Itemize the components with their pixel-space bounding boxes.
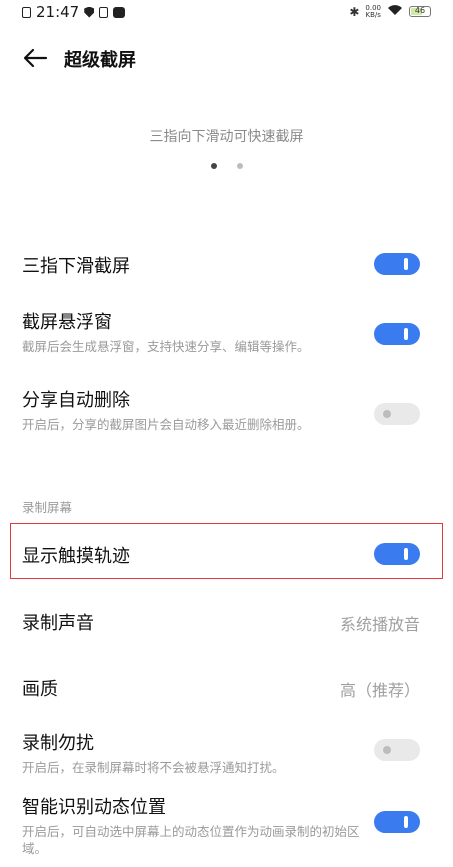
setting-float-window[interactable]: 截屏悬浮窗 截屏后会生成悬浮窗，支持快速分享、编辑等操作。 — [22, 308, 432, 355]
float-window-toggle[interactable] — [374, 323, 420, 345]
toggle-knob — [383, 410, 391, 418]
setting-label: 截屏悬浮窗 — [22, 312, 112, 333]
setting-record-audio[interactable]: 录制声音 系统播放音 — [22, 609, 432, 635]
carousel-dot-active[interactable] — [210, 163, 217, 169]
smart-region-toggle[interactable] — [374, 811, 420, 833]
toggle-knob — [404, 328, 408, 340]
back-arrow-icon[interactable] — [22, 46, 48, 70]
setting-label: 录制勿扰 — [22, 733, 94, 754]
setting-show-touch[interactable]: 显示触摸轨迹 — [22, 542, 432, 568]
setting-record-dnd[interactable]: 录制勿扰 开启后，在录制屏幕时将不会被悬浮通知打扰。 — [22, 729, 432, 776]
bluetooth-icon: ✱ — [349, 4, 360, 19]
battery-level: 46 — [414, 6, 426, 15]
setting-quality[interactable]: 画质 高（推荐） — [22, 675, 432, 701]
net-speed-unit: KB/s — [365, 10, 381, 19]
section-title-recording: 录制屏幕 — [22, 500, 73, 515]
page-title: 超级截屏 — [64, 50, 136, 71]
status-right: ✱ 0.00 KB/s 46 — [349, 4, 431, 19]
setting-desc: 开启后，在录制屏幕时将不会被悬浮通知打扰。 — [22, 760, 285, 775]
setting-desc: 开启后，分享的截屏图片会自动移入最近删除相册。 — [22, 417, 310, 432]
setting-desc: 截屏后会生成悬浮窗，支持快速分享、编辑等操作。 — [22, 339, 310, 354]
setting-auto-delete[interactable]: 分享自动删除 开启后，分享的截屏图片会自动移入最近删除相册。 — [22, 386, 432, 433]
app-header: 超级截屏 — [0, 36, 453, 80]
shield-icon — [84, 6, 95, 18]
status-time: 21:47 — [36, 3, 80, 21]
setting-three-finger[interactable]: 三指下滑截屏 — [22, 252, 432, 278]
carousel-indicator[interactable] — [0, 163, 453, 169]
setting-value: 高（推荐） — [339, 681, 420, 700]
auto-delete-toggle[interactable] — [374, 403, 420, 425]
toggle-knob — [404, 258, 408, 270]
setting-label: 智能识别动态位置 — [22, 797, 166, 818]
message-icon — [113, 6, 126, 18]
setting-value: 系统播放音 — [339, 615, 420, 634]
gesture-hint: 三指向下滑动可快速截屏 — [149, 129, 304, 145]
carousel-dot[interactable] — [236, 163, 243, 169]
setting-desc: 开启后，可自动选中屏幕上的动态位置作为动画录制的初始区域。 — [22, 824, 360, 856]
setting-smart-region[interactable]: 智能识别动态位置 开启后，可自动选中屏幕上的动态位置作为动画录制的初始区域。 — [22, 793, 432, 857]
show-touch-toggle[interactable] — [374, 543, 420, 565]
wifi-icon — [387, 4, 403, 19]
notification-icon — [22, 6, 31, 18]
battery-icon: 46 — [409, 6, 431, 17]
toggle-knob — [404, 816, 408, 828]
setting-label: 显示触摸轨迹 — [22, 546, 130, 567]
net-speed: 0.00 KB/s — [365, 4, 381, 19]
status-left: 21:47 — [22, 3, 126, 21]
toggle-knob — [383, 746, 391, 754]
status-bar: 21:47 ✱ 0.00 KB/s 46 — [0, 0, 453, 24]
record-dnd-toggle[interactable] — [374, 739, 420, 761]
setting-label: 三指下滑截屏 — [22, 256, 130, 277]
toggle-knob — [404, 548, 408, 560]
setting-label: 分享自动删除 — [22, 390, 130, 411]
sim-icon — [99, 6, 109, 18]
three-finger-toggle[interactable] — [374, 253, 420, 275]
